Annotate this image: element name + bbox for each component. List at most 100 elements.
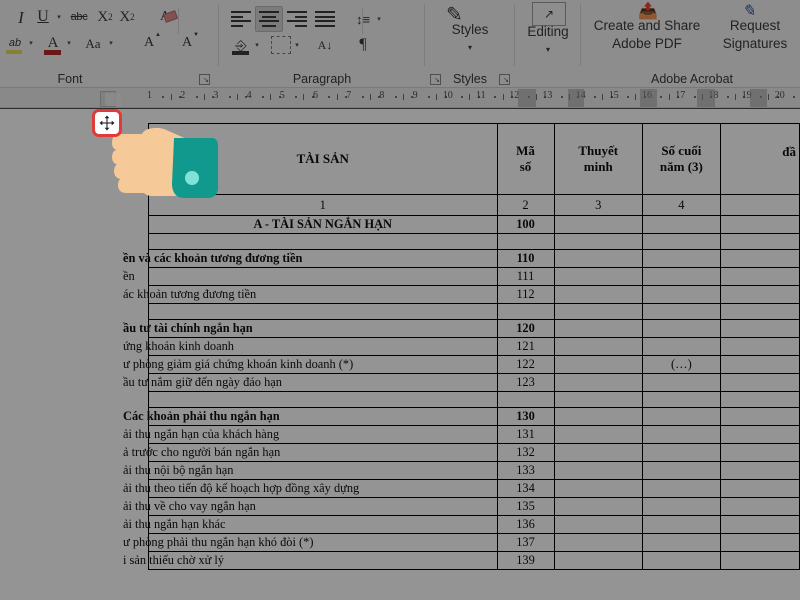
table-cell-item-name-3[interactable]: ền: [149, 268, 498, 286]
table-cell-end-of-year-18[interactable]: [642, 534, 720, 552]
table-cell-end-of-year-2[interactable]: [642, 250, 720, 268]
table-cell-code-5[interactable]: [497, 304, 554, 320]
table-cell-note-1[interactable]: [554, 234, 642, 250]
table-cell-end-of-year-0[interactable]: [642, 216, 720, 234]
table-cell-item-name-14[interactable]: ải thu nội bộ ngắn hạn: [149, 462, 498, 480]
table-column-marker[interactable]: [697, 89, 715, 107]
table-cell-begin-of-year-12[interactable]: [720, 426, 799, 444]
table-cell-note-9[interactable]: [554, 374, 642, 392]
table-cell-begin-of-year-14[interactable]: [720, 462, 799, 480]
create-and-share-pdf-label-2[interactable]: Adobe PDF: [584, 36, 710, 51]
table-cell-item-name-0[interactable]: A - TÀI SẢN NGẮN HẠN: [149, 216, 498, 234]
table-cell-code-3[interactable]: 111: [497, 268, 554, 286]
table-header-note[interactable]: Thuyếtminh: [554, 124, 642, 195]
table-cell-code-7[interactable]: 121: [497, 338, 554, 356]
table-row[interactable]: [149, 392, 800, 408]
table-cell-code-8[interactable]: 122: [497, 356, 554, 374]
table-cell-code-12[interactable]: 131: [497, 426, 554, 444]
table-cell-note-6[interactable]: [554, 320, 642, 338]
table-row[interactable]: ư phòng giảm giá chứng khoán kinh doanh …: [149, 356, 800, 374]
underline-dropdown-icon[interactable]: ▾: [54, 13, 64, 21]
styles-caret-icon[interactable]: ▾: [428, 40, 512, 55]
align-right-icon[interactable]: [286, 8, 308, 30]
table-cell-note-10[interactable]: [554, 392, 642, 408]
table-cell-note-19[interactable]: [554, 552, 642, 570]
table-row[interactable]: ải thu nội bộ ngắn hạn133: [149, 462, 800, 480]
table-cell-item-name-5[interactable]: [149, 304, 498, 320]
table-cell-note-18[interactable]: [554, 534, 642, 552]
table-cell-end-of-year-3[interactable]: [642, 268, 720, 286]
editing-icon[interactable]: ↗: [532, 2, 566, 26]
table-cell-code-13[interactable]: 132: [497, 444, 554, 462]
table-cell-note-17[interactable]: [554, 516, 642, 534]
table-row[interactable]: ải thu ngắn hạn khác136: [149, 516, 800, 534]
table-cell-code-6[interactable]: 120: [497, 320, 554, 338]
table-col-number-3[interactable]: 3: [554, 195, 642, 216]
table-row[interactable]: ải thu theo tiến độ kế hoạch hợp đồng xâ…: [149, 480, 800, 498]
table-cell-note-16[interactable]: [554, 498, 642, 516]
table-cell-begin-of-year-17[interactable]: [720, 516, 799, 534]
table-cell-note-3[interactable]: [554, 268, 642, 286]
table-cell-item-name-8[interactable]: ư phòng giảm giá chứng khoán kinh doanh …: [149, 356, 498, 374]
table-cell-end-of-year-6[interactable]: [642, 320, 720, 338]
table-cell-end-of-year-1[interactable]: [642, 234, 720, 250]
table-cell-end-of-year-17[interactable]: [642, 516, 720, 534]
table-cell-note-14[interactable]: [554, 462, 642, 480]
table-cell-code-17[interactable]: 136: [497, 516, 554, 534]
table-cell-item-name-15[interactable]: ải thu theo tiến độ kế hoạch hợp đồng xâ…: [149, 480, 498, 498]
table-cell-begin-of-year-5[interactable]: [720, 304, 799, 320]
styles-dialog-launcher[interactable]: ↘: [499, 74, 510, 85]
table-cell-code-16[interactable]: 135: [497, 498, 554, 516]
table-cell-code-4[interactable]: 112: [497, 286, 554, 304]
table-cell-code-18[interactable]: 137: [497, 534, 554, 552]
table-cell-item-name-9[interactable]: ầu tư nắm giữ đến ngày đáo hạn: [149, 374, 498, 392]
table-row[interactable]: A - TÀI SẢN NGẮN HẠN100: [149, 216, 800, 234]
create-and-share-pdf-label-1[interactable]: Create and Share: [584, 18, 710, 33]
table-cell-note-0[interactable]: [554, 216, 642, 234]
strikethrough-icon[interactable]: abc: [64, 6, 94, 28]
table-row[interactable]: [149, 304, 800, 320]
table-cell-code-19[interactable]: 139: [497, 552, 554, 570]
table-col-number-5[interactable]: [720, 195, 799, 216]
font-dialog-launcher[interactable]: ↘: [199, 74, 210, 85]
change-case-icon[interactable]: Aa: [80, 32, 106, 54]
table-cell-end-of-year-9[interactable]: [642, 374, 720, 392]
underline-icon[interactable]: U: [32, 6, 54, 28]
table-cell-note-15[interactable]: [554, 480, 642, 498]
italic-icon[interactable]: I: [10, 6, 32, 28]
font-color-icon[interactable]: A: [42, 32, 64, 54]
table-cell-item-name-13[interactable]: ả trước cho người bán ngắn hạn: [149, 444, 498, 462]
table-cell-note-11[interactable]: [554, 408, 642, 426]
table-cell-begin-of-year-11[interactable]: [720, 408, 799, 426]
borders-icon[interactable]: [270, 34, 292, 56]
table-cell-code-1[interactable]: [497, 234, 554, 250]
table-cell-end-of-year-13[interactable]: [642, 444, 720, 462]
table-cell-note-13[interactable]: [554, 444, 642, 462]
table-cell-begin-of-year-10[interactable]: [720, 392, 799, 408]
balance-sheet-table[interactable]: TÀI SẢNMãsốThuyếtminhSố cuốinăm (3)đầ123…: [148, 123, 800, 570]
table-header-end-of-year[interactable]: Số cuốinăm (3): [642, 124, 720, 195]
table-row[interactable]: ầu tư nắm giữ đến ngày đáo hạn123: [149, 374, 800, 392]
line-spacing-icon[interactable]: ↕≡: [352, 8, 374, 30]
table-cell-end-of-year-19[interactable]: [642, 552, 720, 570]
table-cell-end-of-year-7[interactable]: [642, 338, 720, 356]
table-cell-code-14[interactable]: 133: [497, 462, 554, 480]
table-row[interactable]: [149, 234, 800, 250]
table-cell-end-of-year-15[interactable]: [642, 480, 720, 498]
table-cell-code-15[interactable]: 134: [497, 480, 554, 498]
align-center-icon[interactable]: [255, 6, 283, 32]
table-cell-note-12[interactable]: [554, 426, 642, 444]
table-cell-begin-of-year-3[interactable]: [720, 268, 799, 286]
table-cell-begin-of-year-6[interactable]: [720, 320, 799, 338]
table-cell-item-name-18[interactable]: ư phòng phải thu ngắn hạn khó đòi (*): [149, 534, 498, 552]
table-cell-item-name-17[interactable]: ải thu ngắn hạn khác: [149, 516, 498, 534]
table-row[interactable]: ả trước cho người bán ngắn hạn132: [149, 444, 800, 462]
table-cell-begin-of-year-1[interactable]: [720, 234, 799, 250]
superscript-icon[interactable]: X2: [116, 6, 138, 28]
table-cell-begin-of-year-0[interactable]: [720, 216, 799, 234]
table-cell-item-name-7[interactable]: ứng khoán kinh doanh: [149, 338, 498, 356]
table-cell-end-of-year-14[interactable]: [642, 462, 720, 480]
table-cell-code-10[interactable]: [497, 392, 554, 408]
table-cell-end-of-year-11[interactable]: [642, 408, 720, 426]
request-signatures-label-2[interactable]: Signatures: [710, 36, 800, 51]
